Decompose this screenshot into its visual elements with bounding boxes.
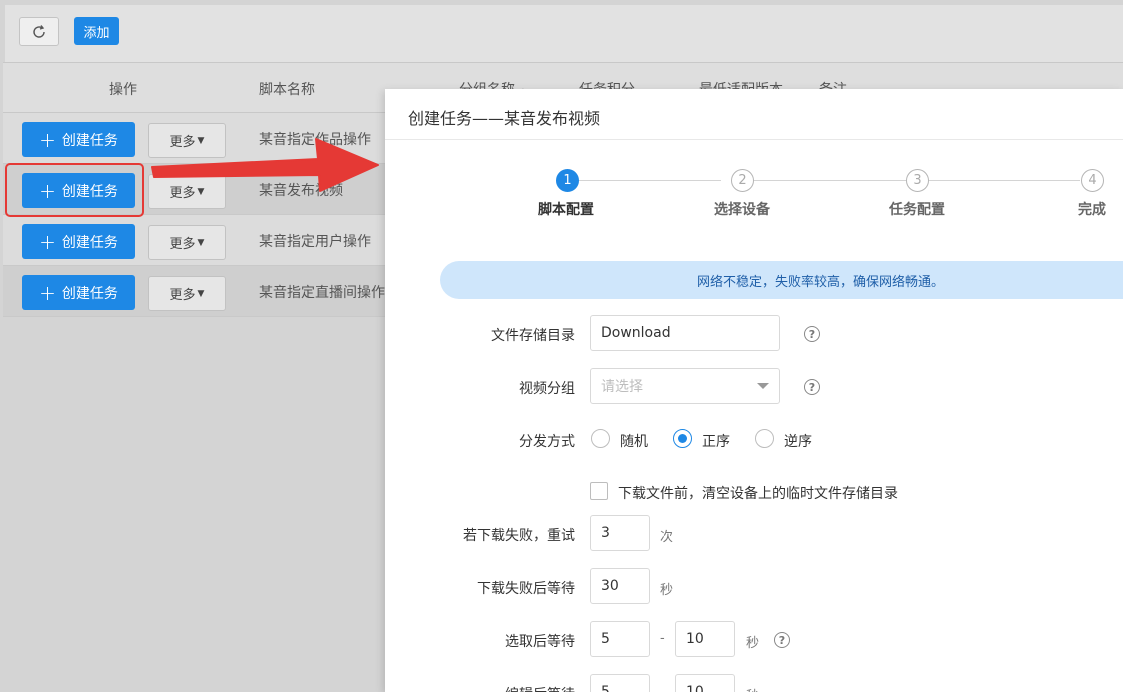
modal-title: 创建任务——某音发布视频: [385, 89, 1123, 140]
more-label: 更多: [169, 288, 196, 303]
add-button[interactable]: 添加: [74, 17, 119, 45]
column-header-actions: 操作: [109, 82, 137, 98]
distribution-label: 分发方式: [519, 434, 575, 450]
step-3-circle: 3: [906, 169, 929, 192]
create-task-label: 创建任务: [61, 285, 118, 302]
radio-random[interactable]: [591, 429, 610, 448]
step-connector: [753, 180, 906, 181]
retry-unit: 次: [660, 530, 674, 545]
plus-icon: +: [39, 280, 56, 305]
refresh-button[interactable]: [19, 17, 59, 46]
select-wait-unit: 秒: [746, 636, 760, 651]
toolbar: 添加: [5, 5, 1123, 62]
help-icon[interactable]: ?: [804, 379, 820, 395]
create-task-label: 创建任务: [61, 234, 118, 251]
annotation-highlight-box: [5, 163, 144, 217]
clear-temp-checkbox-label[interactable]: 下载文件前，清空设备上的临时文件存储目录: [618, 483, 898, 503]
fail-wait-unit: 秒: [660, 583, 674, 598]
step-2-circle: 2: [731, 169, 754, 192]
clear-temp-checkbox[interactable]: [590, 482, 608, 500]
create-task-button[interactable]: + 创建任务: [22, 122, 135, 157]
step-3-label: 任务配置: [889, 202, 945, 218]
radio-reverse[interactable]: [755, 429, 774, 448]
retry-input[interactable]: 3: [590, 515, 650, 551]
fail-wait-label: 下载失败后等待: [477, 581, 575, 597]
chevron-down-icon: [757, 383, 769, 389]
script-name: 某音指定直播间操作: [259, 285, 385, 301]
edit-wait-unit: 秒: [746, 685, 759, 692]
step-1-label: 脚本配置: [538, 202, 594, 218]
create-task-button[interactable]: + 创建任务: [22, 224, 135, 259]
fail-wait-input[interactable]: 30: [590, 568, 650, 604]
network-notice-banner: 网络不稳定，失败率较高，确保网络畅通。: [440, 261, 1123, 299]
caret-down-icon: ▼: [197, 288, 205, 299]
caret-down-icon: ▼: [197, 237, 205, 248]
column-header-script-name: 脚本名称: [259, 82, 315, 98]
plus-icon: +: [39, 229, 56, 254]
radio-sequential[interactable]: [673, 429, 692, 448]
radio-random-label[interactable]: 随机: [620, 431, 648, 451]
step-1-circle: 1: [556, 169, 579, 192]
step-2-label: 选择设备: [714, 202, 770, 218]
step-4-label: 完成: [1078, 202, 1106, 218]
step-connector: [928, 180, 1080, 181]
create-task-label: 创建任务: [61, 132, 118, 149]
edit-wait-label: 编辑后等待: [385, 684, 575, 692]
step-indicator: 1 2 3 4 脚本配置 选择设备 任务配置 完成: [385, 169, 1123, 219]
video-group-placeholder: 请选择: [601, 379, 643, 395]
storage-dir-input[interactable]: Download: [590, 315, 780, 351]
radio-reverse-label[interactable]: 逆序: [784, 431, 812, 451]
retry-label: 若下载失败，重试: [463, 528, 575, 544]
range-separator: -: [660, 631, 665, 646]
edit-wait-min-input[interactable]: 5: [590, 674, 650, 692]
select-wait-label: 选取后等待: [505, 634, 575, 650]
refresh-icon: [33, 24, 45, 38]
select-wait-max-input[interactable]: 10: [675, 621, 735, 657]
video-group-label: 视频分组: [519, 381, 575, 397]
select-wait-min-input[interactable]: 5: [590, 621, 650, 657]
more-label: 更多: [169, 237, 196, 252]
step-connector: [578, 180, 721, 181]
more-dropdown-button[interactable]: 更多 ▼: [148, 276, 226, 311]
help-icon[interactable]: ?: [804, 326, 820, 342]
video-group-select[interactable]: 请选择: [590, 368, 780, 404]
plus-icon: +: [39, 127, 56, 152]
step-4-circle: 4: [1081, 169, 1104, 192]
radio-sequential-label[interactable]: 正序: [702, 431, 730, 451]
storage-dir-label: 文件存储目录: [491, 328, 575, 344]
create-task-modal: 创建任务——某音发布视频 1 2 3 4 脚本配置 选择设备 任务配置 完成 网…: [385, 89, 1123, 692]
script-name: 某音指定用户操作: [259, 234, 371, 250]
help-icon[interactable]: ?: [774, 632, 790, 648]
annotation-arrow-icon: [151, 138, 379, 192]
more-dropdown-button[interactable]: 更多 ▼: [148, 225, 226, 260]
edit-wait-max-input[interactable]: 10: [675, 674, 735, 692]
create-task-button[interactable]: + 创建任务: [22, 275, 135, 310]
